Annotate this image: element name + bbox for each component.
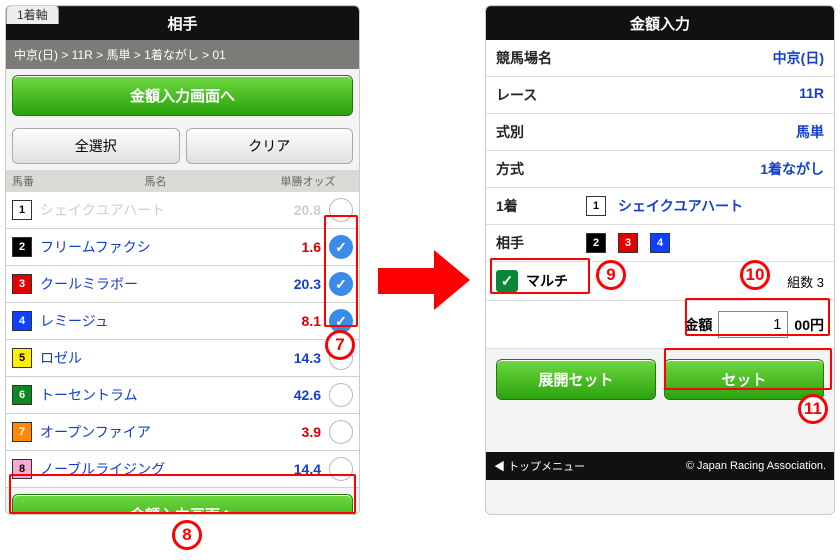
runner-checkbox[interactable] xyxy=(329,420,353,444)
expand-set-button[interactable]: 展開セット xyxy=(496,359,656,400)
select-all-button[interactable]: 全選択 xyxy=(12,128,180,164)
row-first: 1着 1シェイクユアハート xyxy=(486,188,834,225)
left-screen: 1着軸 相手 中京(日) > 11R > 馬単 > 1着ながし > 01 金額入… xyxy=(5,5,360,515)
red-arrow-icon xyxy=(378,250,473,310)
runner-name: シェイクユアハート xyxy=(40,200,261,220)
opponent-num-box: 4 xyxy=(650,233,670,253)
runner-num-box: 2 xyxy=(12,237,32,257)
left-title: 相手 xyxy=(6,6,359,40)
runner-row[interactable]: 6 トーセントラム42.6 xyxy=(6,377,359,414)
runner-num-box: 4 xyxy=(12,311,32,331)
callout-frame-9 xyxy=(490,258,590,294)
breadcrumb: 中京(日) > 11R > 馬単 > 1着ながし > 01 xyxy=(6,40,359,69)
runner-name: レミージュ xyxy=(40,311,261,331)
opponent-num-box: 2 xyxy=(586,233,606,253)
callout-frame-10 xyxy=(685,298,830,336)
runner-row[interactable]: 7 オープンファイア3.9 xyxy=(6,414,359,451)
runner-num-box: 3 xyxy=(12,274,32,294)
runner-odds: 3.9 xyxy=(261,424,321,440)
right-title: 金額入力 xyxy=(486,6,834,40)
top-menu-link[interactable]: トップメニュー xyxy=(494,458,585,474)
row-bet-type: 式別馬単 xyxy=(486,114,834,151)
runner-row[interactable]: 3 クールミラボー20.3 xyxy=(6,266,359,303)
copyright: © Japan Racing Association. xyxy=(686,460,826,472)
runner-name: ロゼル xyxy=(40,348,261,368)
runner-name: フリームファクシ xyxy=(40,237,261,257)
to-amount-button-top[interactable]: 金額入力画面へ xyxy=(12,75,353,116)
row-method: 方式1着ながし xyxy=(486,151,834,188)
runner-checkbox[interactable] xyxy=(329,383,353,407)
first-num-box: 1 xyxy=(586,196,606,216)
row-track: 競馬場名中京(日) xyxy=(486,40,834,77)
runner-odds: 20.3 xyxy=(261,276,321,292)
runner-list: 1 シェイクユアハート20.8 2 フリームファクシ1.6 3 クールミラボー20.3 4レ… xyxy=(6,192,359,488)
row-opponents: 相手 234 xyxy=(486,225,834,262)
runner-name: トーセントラム xyxy=(40,385,261,405)
runner-row[interactable]: 5 ロゼル14.3 xyxy=(6,340,359,377)
footer: トップメニュー © Japan Racing Association. xyxy=(486,452,834,480)
runner-odds: 20.8 xyxy=(261,202,321,218)
callout-frame-11 xyxy=(664,348,832,390)
callout-badge-7: 7 xyxy=(325,330,355,360)
axis-tab[interactable]: 1着軸 xyxy=(6,5,59,24)
runner-odds: 14.3 xyxy=(261,350,321,366)
callout-frame-7 xyxy=(324,215,358,327)
runner-num-box: 1 xyxy=(12,200,32,220)
callout-frame-8 xyxy=(9,474,356,514)
runner-row[interactable]: 4 レミージュ8.1 xyxy=(6,303,359,340)
runner-num-box: 5 xyxy=(12,348,32,368)
runner-name: クールミラボー xyxy=(40,274,261,294)
callout-badge-9: 9 xyxy=(596,260,626,290)
runner-name: オープンファイア xyxy=(40,422,261,442)
callout-badge-11: 11 xyxy=(798,394,828,424)
runner-row[interactable]: 2 フリームファクシ1.6 xyxy=(6,229,359,266)
row-race: レース11R xyxy=(486,77,834,114)
runner-header: 馬番 馬名 単勝オッズ xyxy=(6,170,359,192)
runner-num-box: 7 xyxy=(12,422,32,442)
runner-odds: 8.1 xyxy=(261,313,321,329)
runner-num-box: 6 xyxy=(12,385,32,405)
runner-odds: 42.6 xyxy=(261,387,321,403)
callout-badge-10: 10 xyxy=(740,260,770,290)
runner-odds: 1.6 xyxy=(261,239,321,255)
callout-badge-8: 8 xyxy=(172,520,202,550)
clear-button[interactable]: クリア xyxy=(186,128,354,164)
runner-row[interactable]: 1 シェイクユアハート20.8 xyxy=(6,192,359,229)
opponent-num-box: 3 xyxy=(618,233,638,253)
